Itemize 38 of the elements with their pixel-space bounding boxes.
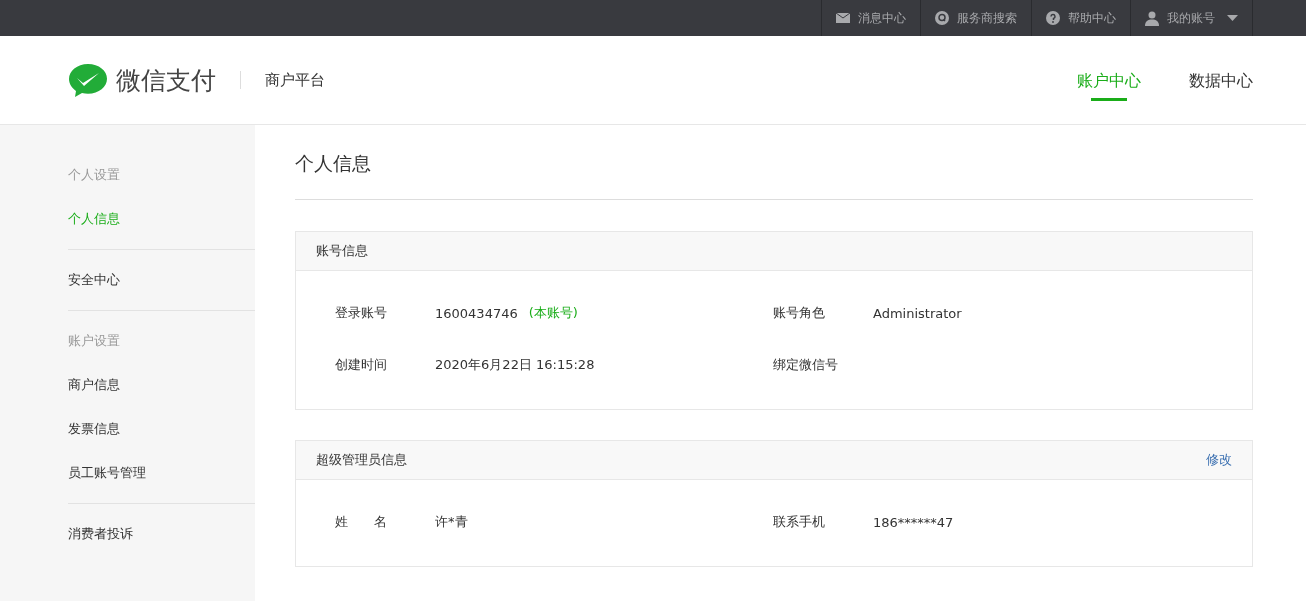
field-label: 账号角色	[773, 304, 826, 322]
panel-title: 账号信息	[316, 242, 368, 260]
page-title: 个人信息	[295, 151, 1253, 200]
sidebar-item[interactable]: 员工账号管理	[68, 451, 255, 495]
top-nav-item[interactable]: 服务商搜索	[920, 0, 1031, 36]
platform-name: 商户平台	[265, 70, 325, 90]
nav-tab[interactable]: 账户中心	[1077, 36, 1141, 124]
user-icon	[1145, 10, 1159, 26]
sidebar-heading: 账户设置	[68, 332, 121, 350]
sidebar-item[interactable]: 消费者投诉	[68, 512, 255, 556]
field-value: 2020年6月22日 16:15:28	[435, 356, 595, 374]
sidebar-item[interactable]: 个人信息	[68, 197, 255, 241]
search-icon	[935, 11, 949, 25]
sidebar-item[interactable]: 安全中心	[68, 258, 255, 302]
field-note: (本账号)	[528, 304, 578, 322]
logo-text: 微信支付	[116, 64, 216, 97]
top-nav-item[interactable]: 我的账号	[1130, 0, 1253, 36]
sidebar-item[interactable]: 商户信息	[68, 363, 255, 407]
field-label: 联系手机	[773, 513, 826, 531]
field-label: 创建时间	[335, 356, 388, 374]
edit-link[interactable]: 修改	[1206, 451, 1232, 469]
sidebar-item[interactable]: 发票信息	[68, 407, 255, 451]
field-label: 姓 名	[335, 513, 388, 531]
top-nav-item[interactable]: 帮助中心	[1031, 0, 1130, 36]
panel-title: 超级管理员信息	[316, 451, 407, 469]
mail-icon	[836, 13, 850, 23]
field-value: Administrator	[873, 305, 962, 321]
logo-icon	[68, 62, 108, 98]
help-icon	[1046, 11, 1060, 25]
sidebar-heading: 个人设置	[68, 166, 121, 184]
caret-icon	[1227, 15, 1238, 21]
field-label: 登录账号	[335, 304, 388, 322]
top-nav-item[interactable]: 消息中心	[821, 0, 920, 36]
nav-tab[interactable]: 数据中心	[1189, 36, 1253, 124]
field-value: 1600434746	[435, 305, 518, 321]
field-label: 绑定微信号	[773, 356, 839, 374]
field-value: 186******47	[873, 514, 954, 530]
field-value: 许*青	[435, 513, 468, 531]
